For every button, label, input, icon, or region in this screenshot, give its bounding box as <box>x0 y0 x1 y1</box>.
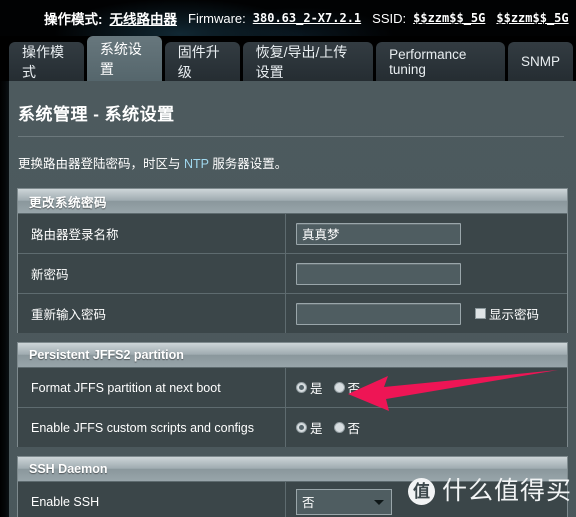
row-retype-password: 重新输入密码 显示密码 <box>18 293 567 333</box>
firmware-version-value[interactable]: 380.63_2-X7.2.1 <box>253 11 361 25</box>
show-password-toggle[interactable]: 显示密码 <box>475 304 539 323</box>
format-jffs-value-cell: 是 否 <box>286 368 567 407</box>
show-password-label: 显示密码 <box>489 308 540 322</box>
enable-jffs-scripts-label: Enable JFFS custom scripts and configs <box>18 408 286 447</box>
enable-jffs-scripts-no-label: 否 <box>347 422 361 436</box>
page-body: 系统管理 - 系统设置 更换路由器登陆密码，时区与 NTP 服务器设置。 更改系… <box>0 81 576 517</box>
tab-system-settings[interactable]: 系统设置 <box>86 36 162 81</box>
firmware-label: Firmware: <box>188 10 246 26</box>
row-enable-ssh: Enable SSH 否 <box>18 481 567 517</box>
radio-selected-icon[interactable] <box>296 422 307 433</box>
tab-performance-tuning[interactable]: Performance tuning <box>376 42 505 81</box>
login-name-value-cell <box>286 214 567 253</box>
jffs-section-heading: Persistent JFFS2 partition <box>18 343 567 367</box>
page-description: 更换路由器登陆密码，时区与 NTP 服务器设置。 <box>9 137 576 172</box>
retype-password-input[interactable] <box>296 302 461 325</box>
enable-ssh-select[interactable]: 否 <box>296 488 392 515</box>
ssid-value-24g[interactable]: $$zzm$$_5G <box>413 11 485 25</box>
tab-restore-save-upload[interactable]: 恢复/导出/上传设置 <box>242 42 374 81</box>
enable-ssh-label: Enable SSH <box>18 482 286 517</box>
top-status-bar: 操作模式: 无线路由器 Firmware: 380.63_2-X7.2.1 SS… <box>0 0 576 36</box>
row-format-jffs: Format JFFS partition at next boot 是 否 <box>18 367 567 407</box>
new-password-label: 新密码 <box>18 254 286 293</box>
format-jffs-yes-label: 是 <box>310 382 323 396</box>
new-password-input[interactable] <box>296 262 461 285</box>
page-description-prefix: 更换路由器登陆密码，时区与 <box>18 157 184 171</box>
page-description-highlight: NTP <box>183 157 209 171</box>
tab-snmp[interactable]: SNMP <box>507 42 573 81</box>
ssh-section: SSH Daemon Enable SSH 否 <box>17 456 568 517</box>
password-section: 更改系统密码 路由器登录名称 新密码 重新输入密码 <box>17 188 568 333</box>
radio-selected-icon[interactable] <box>296 382 307 393</box>
tab-firmware-upgrade[interactable]: 固件升级 <box>164 42 240 81</box>
enable-ssh-selected-value: 否 <box>302 496 315 510</box>
page-description-suffix: 服务器设置。 <box>208 157 288 171</box>
page-title: 系统管理 - 系统设置 <box>18 105 175 124</box>
router-admin-screen: 操作模式: 无线路由器 Firmware: 380.63_2-X7.2.1 SS… <box>0 0 576 517</box>
new-password-value-cell <box>286 254 567 293</box>
show-password-checkbox-icon[interactable] <box>475 308 486 319</box>
left-rail <box>0 81 9 517</box>
content-panel: 系统管理 - 系统设置 更换路由器登陆密码，时区与 NTP 服务器设置。 更改系… <box>9 81 576 517</box>
row-new-password: 新密码 <box>18 253 567 293</box>
radio-unselected-icon[interactable] <box>333 422 345 433</box>
format-jffs-radio-no[interactable]: 否 <box>333 378 361 397</box>
operation-mode-value[interactable]: 无线路由器 <box>110 8 178 28</box>
format-jffs-radio-yes[interactable]: 是 <box>296 378 323 397</box>
format-jffs-radio-group: 是 否 <box>296 378 371 397</box>
ssid-label: SSID: <box>372 10 407 26</box>
tab-operation-mode[interactable]: 操作模式 <box>9 42 84 81</box>
row-login-name: 路由器登录名称 <box>18 213 567 253</box>
format-jffs-label: Format JFFS partition at next boot <box>18 368 286 407</box>
login-name-label: 路由器登录名称 <box>18 214 286 253</box>
password-section-heading: 更改系统密码 <box>18 189 567 213</box>
format-jffs-no-label: 否 <box>347 382 361 396</box>
ssid-value-5g[interactable]: $$zzm$$_5G <box>496 11 568 25</box>
radio-unselected-icon[interactable] <box>333 382 345 393</box>
enable-jffs-scripts-yes-label: 是 <box>310 422 323 436</box>
jffs-section: Persistent JFFS2 partition Format JFFS p… <box>17 342 568 447</box>
operation-mode-label: 操作模式: <box>44 12 103 27</box>
enable-ssh-value-cell: 否 <box>286 482 567 517</box>
tab-bar: 操作模式 系统设置 固件升级 恢复/导出/上传设置 Performance tu… <box>0 36 576 81</box>
row-enable-jffs-scripts: Enable JFFS custom scripts and configs 是… <box>18 407 567 447</box>
retype-password-label: 重新输入密码 <box>18 294 286 333</box>
enable-jffs-scripts-radio-yes[interactable]: 是 <box>296 418 323 437</box>
enable-jffs-scripts-radio-group: 是 否 <box>296 418 371 437</box>
ssh-section-heading: SSH Daemon <box>18 457 567 481</box>
login-name-input[interactable] <box>296 222 461 245</box>
chevron-down-icon[interactable] <box>374 499 384 505</box>
enable-jffs-scripts-value-cell: 是 否 <box>286 408 567 447</box>
enable-jffs-scripts-radio-no[interactable]: 否 <box>333 418 361 437</box>
retype-password-value-cell: 显示密码 <box>286 294 567 333</box>
